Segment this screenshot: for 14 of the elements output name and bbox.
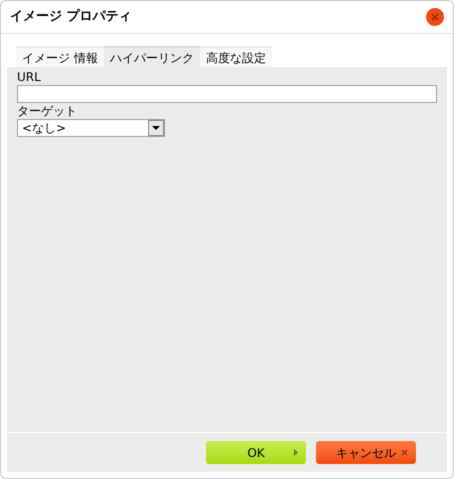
field-label: ターゲット [17, 103, 78, 119]
tab[interactable]: イメージ 情報 [16, 46, 104, 67]
tab[interactable]: 高度な設定 [200, 46, 272, 67]
arrow-icon [294, 449, 298, 456]
field-label: URL [17, 69, 42, 85]
close-button[interactable] [426, 8, 444, 26]
target-dropdown[interactable]: <なし> [17, 119, 165, 137]
ok-button[interactable]: OK [206, 441, 306, 464]
close-icon [431, 13, 439, 21]
cancel-button[interactable]: キャンセル [316, 441, 416, 464]
close-icon [401, 449, 408, 456]
url-field[interactable] [17, 85, 437, 103]
window-title: イメージ プロパティ [10, 8, 132, 26]
tab[interactable]: ハイパーリンク [104, 46, 200, 67]
